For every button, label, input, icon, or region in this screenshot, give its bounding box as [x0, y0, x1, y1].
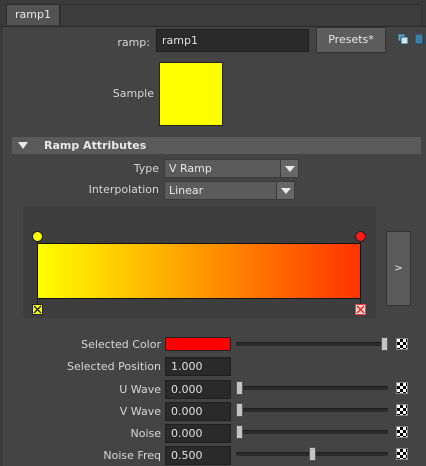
selected-position-label: Selected Position: [66, 360, 161, 373]
expand-ramp-button[interactable]: >: [386, 231, 411, 306]
section-title: Ramp Attributes: [44, 139, 147, 152]
tab-strip-fill: [60, 4, 422, 25]
v-wave-label: V Wave: [119, 405, 161, 418]
u-wave-label: U Wave: [119, 383, 161, 396]
node-type-label: ramp:: [117, 36, 150, 49]
tab-ramp1[interactable]: ramp1: [6, 4, 60, 25]
show-attribute-icon[interactable]: [414, 33, 424, 45]
map-button-icon[interactable]: [396, 404, 408, 416]
ramp-handle-start[interactable]: [32, 231, 43, 242]
map-button-icon[interactable]: [396, 382, 408, 394]
collapse-triangle-icon[interactable]: [18, 142, 28, 149]
interpolation-value: Linear: [169, 184, 204, 197]
noise-freq-label: Noise Freq: [103, 449, 161, 462]
copy-tab-icon[interactable]: [397, 33, 409, 45]
noise-field[interactable]: 0.000: [165, 424, 231, 443]
chevron-down-icon[interactable]: [276, 182, 294, 199]
map-button-icon[interactable]: [396, 426, 408, 438]
selected-color-label: Selected Color: [81, 338, 161, 351]
section-ramp-attributes[interactable]: Ramp Attributes: [12, 137, 421, 154]
chevron-down-icon[interactable]: [280, 160, 298, 177]
selected-color-swatch[interactable]: [165, 337, 231, 351]
selected-color-slider-thumb[interactable]: [381, 337, 388, 351]
noise-freq-slider-thumb[interactable]: [308, 447, 316, 461]
delete-entry-end-icon[interactable]: [355, 304, 366, 315]
sample-swatch: [159, 62, 223, 126]
noise-slider-thumb[interactable]: [236, 425, 243, 439]
pane-divider: [0, 27, 3, 466]
noise-slider-track[interactable]: [236, 430, 388, 434]
type-value: V Ramp: [169, 162, 212, 175]
interpolation-label: Interpolation: [88, 183, 159, 196]
u-wave-slider-track[interactable]: [236, 386, 388, 390]
delete-entry-start-icon[interactable]: [32, 304, 43, 315]
noise-label: Noise: [130, 427, 161, 440]
selected-position-field[interactable]: 1.000: [165, 357, 231, 376]
v-wave-field[interactable]: 0.000: [165, 402, 231, 421]
selected-color-slider-track[interactable]: [236, 342, 388, 346]
interpolation-dropdown[interactable]: Linear: [164, 181, 295, 200]
type-label: Type: [133, 162, 159, 175]
map-button-icon[interactable]: [396, 448, 408, 460]
v-wave-slider-track[interactable]: [236, 408, 388, 412]
noise-freq-field[interactable]: 0.500: [165, 446, 231, 465]
u-wave-slider-thumb[interactable]: [236, 381, 243, 395]
type-dropdown[interactable]: V Ramp: [164, 159, 299, 178]
presets-button[interactable]: Presets*: [316, 27, 386, 53]
v-wave-slider-thumb[interactable]: [236, 403, 243, 417]
ramp-gradient-bar[interactable]: [37, 243, 361, 299]
sample-label: Sample: [112, 87, 154, 100]
ramp-handle-end[interactable]: [355, 231, 366, 242]
node-name-field[interactable]: ramp1: [156, 29, 309, 52]
u-wave-field[interactable]: 0.000: [165, 380, 231, 399]
map-button-icon[interactable]: [396, 338, 408, 350]
